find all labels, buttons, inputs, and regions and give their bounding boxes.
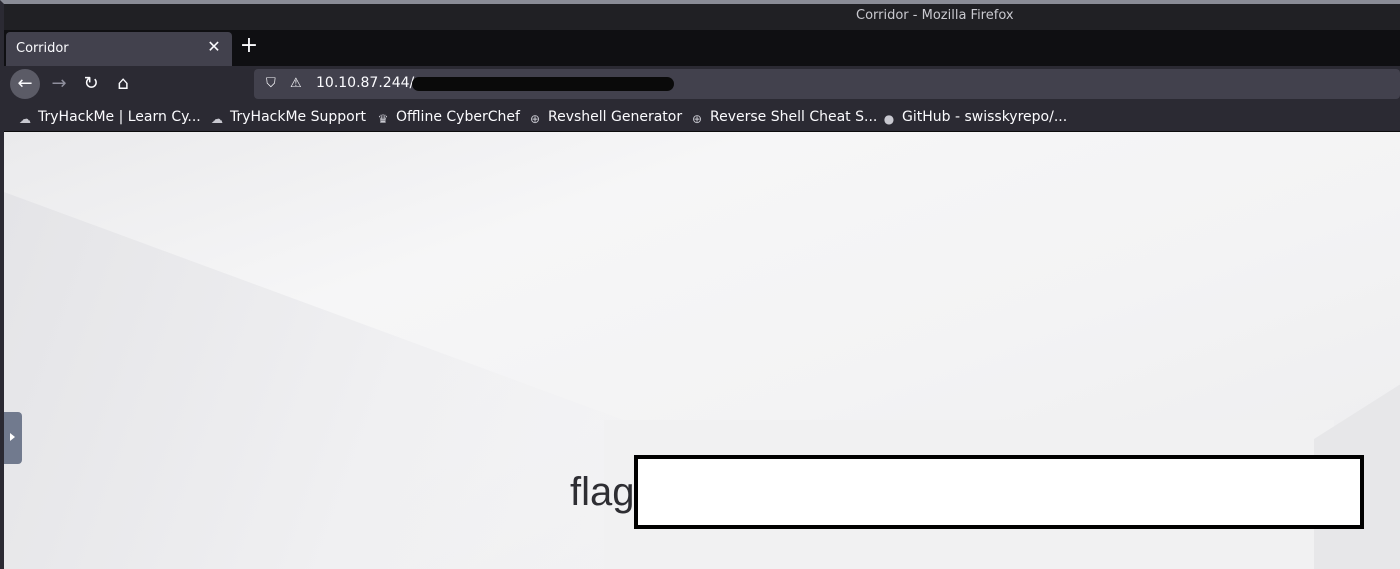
- new-tab-button[interactable]: +: [236, 34, 262, 60]
- navigation-toolbar: ← → ↻ ⌂ ⛉ ⚠ 10.10.87.244/: [4, 66, 1400, 102]
- flag-label: flag: [570, 470, 635, 514]
- bookmark-cyberchef[interactable]: ♛ Offline CyberChef: [376, 108, 520, 126]
- sidebar-toggle-handle[interactable]: [4, 412, 22, 464]
- reload-button[interactable]: ↻: [76, 69, 106, 99]
- tryhackme-icon: ☁: [211, 112, 223, 126]
- bookmark-label: Offline CyberChef: [396, 109, 520, 125]
- bookmark-label: TryHackMe Support: [230, 109, 366, 125]
- tab-strip: Corridor ✕ +: [4, 30, 1400, 66]
- window-title: Corridor - Mozilla Firefox: [856, 8, 1014, 23]
- bookmark-label: GitHub - swisskyrepo/...: [902, 109, 1068, 125]
- close-icon[interactable]: ✕: [205, 38, 223, 56]
- url-text[interactable]: 10.10.87.244/: [316, 75, 414, 91]
- title-bar: Corridor - Mozilla Firefox: [4, 4, 1400, 30]
- browser-window: Corridor - Mozilla Firefox Corridor ✕ + …: [0, 0, 1400, 569]
- page-content: flag: [4, 132, 1400, 569]
- forward-button[interactable]: →: [44, 69, 74, 99]
- connection-info-icon[interactable]: ⚠: [290, 76, 304, 92]
- flag-redaction-box: [634, 455, 1364, 529]
- bookmark-reverse-shell-cheat[interactable]: ⊕ Reverse Shell Cheat S...: [690, 108, 877, 126]
- tracking-shield-icon[interactable]: ⛉: [266, 76, 280, 92]
- bookmark-label: Reverse Shell Cheat S...: [710, 109, 878, 125]
- github-icon: ●: [883, 112, 895, 126]
- url-bar[interactable]: ⛉ ⚠ 10.10.87.244/: [254, 69, 1400, 99]
- tab-corridor[interactable]: Corridor ✕: [6, 32, 232, 66]
- bookmarks-toolbar: ☁ TryHackMe | Learn Cy... ☁ TryHackMe Supp…: [4, 102, 1400, 132]
- home-button[interactable]: ⌂: [108, 69, 138, 99]
- back-button[interactable]: ←: [10, 69, 40, 99]
- tryhackme-icon: ☁: [19, 112, 31, 126]
- url-redaction: [412, 77, 674, 91]
- globe-icon: ⊕: [529, 112, 541, 126]
- bookmark-label: Revshell Generator: [548, 109, 683, 125]
- bookmark-tryhackme-support[interactable]: ☁ TryHackMe Support: [210, 108, 366, 126]
- bookmark-tryhackme-learn[interactable]: ☁ TryHackMe | Learn Cy...: [18, 108, 201, 126]
- background-corridor-wall: [4, 192, 644, 569]
- chef-icon: ♛: [377, 112, 389, 126]
- bookmark-revshell-generator[interactable]: ⊕ Revshell Generator: [528, 108, 682, 126]
- globe-icon: ⊕: [691, 112, 703, 126]
- bookmark-label: TryHackMe | Learn Cy...: [38, 109, 201, 125]
- tab-label: Corridor: [16, 41, 69, 56]
- bookmark-github[interactable]: ● GitHub - swisskyrepo/...: [882, 108, 1067, 126]
